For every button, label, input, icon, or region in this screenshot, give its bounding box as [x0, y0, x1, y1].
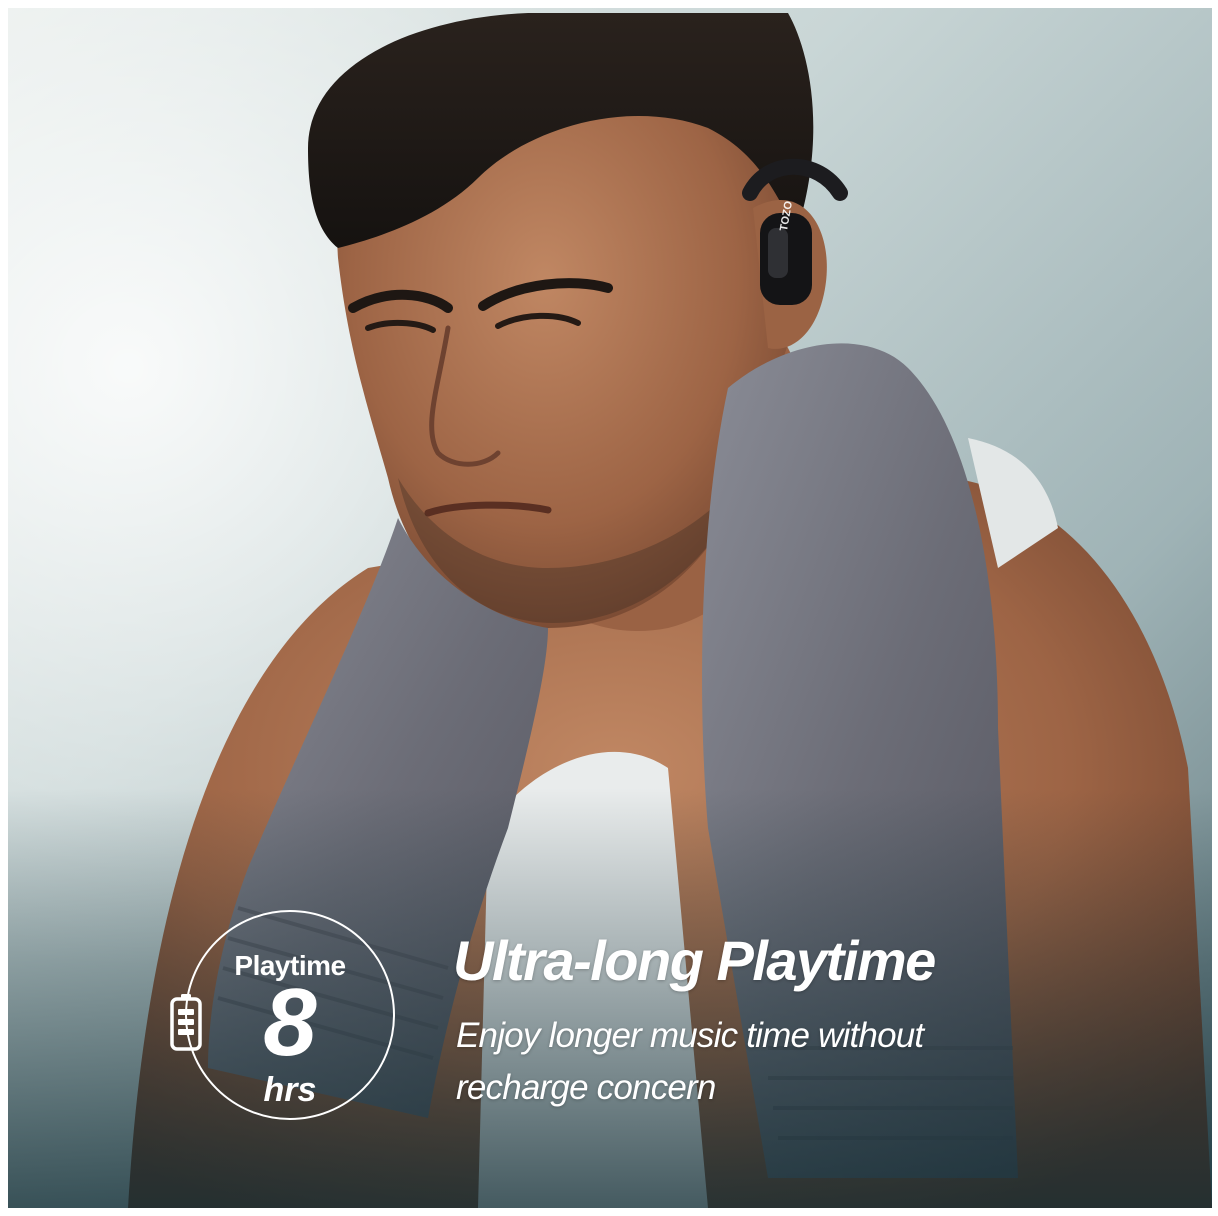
feature-description: Enjoy longer music time without recharge… [456, 1016, 924, 1107]
badge-value: 8 [263, 969, 317, 1076]
playtime-badge: Playtime 8 hrs [185, 910, 395, 1120]
badge-unit: hrs [263, 1071, 317, 1109]
headline: Ultra-long Playtime [453, 929, 936, 992]
battery-icon [168, 992, 204, 1052]
